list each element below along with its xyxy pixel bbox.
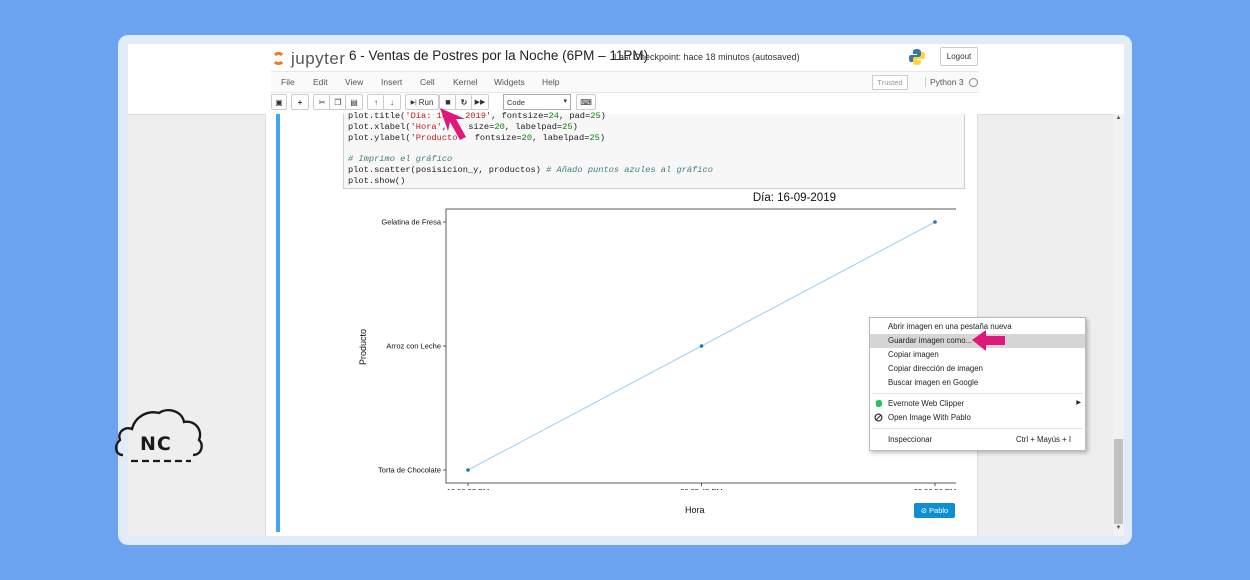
pablo-icon bbox=[874, 413, 883, 422]
menu-view[interactable]: View bbox=[345, 77, 363, 87]
x-tick-label: 20:05:45 PM bbox=[680, 487, 723, 490]
save-icon: ▣ bbox=[275, 97, 283, 107]
menu-bar: File Edit View Insert Cell Kernel Widget… bbox=[271, 71, 979, 93]
ctx-separator bbox=[872, 393, 1083, 394]
scroll-down-arrow[interactable]: ▼ bbox=[1113, 525, 1124, 531]
menu-file[interactable]: File bbox=[281, 77, 295, 87]
ctx-separator bbox=[872, 428, 1083, 429]
kernel-status-icon bbox=[969, 78, 978, 87]
ctx-copy-image[interactable]: Copiar imagen bbox=[870, 348, 1085, 362]
context-menu: Abrir imagen en una pestaña nueva Guarda… bbox=[869, 317, 1086, 451]
ctx-inspect[interactable]: Inspeccionar Ctrl + Mayús + I bbox=[870, 433, 1085, 447]
code-line: plot.xlabel('Hora', size=20, labelpad=25… bbox=[348, 122, 578, 132]
code-line: plot.scatter(posisicion_y, productos) # … bbox=[348, 165, 713, 175]
paste-icon: ▤ bbox=[350, 97, 358, 107]
scroll-up-arrow[interactable]: ▲ bbox=[1113, 115, 1124, 121]
ctx-copy-image-address[interactable]: Copiar dirección de imagen bbox=[870, 362, 1085, 376]
run-button[interactable]: ▶| Run bbox=[405, 94, 439, 110]
pablo-button[interactable]: ⊘ Pablo bbox=[914, 503, 955, 518]
plus-icon: + bbox=[297, 97, 303, 107]
chart-svg: Torta de Chocolate Arroz con Leche Gelatin… bbox=[378, 208, 956, 490]
nc-brand-logo: NC bbox=[113, 405, 205, 467]
data-point bbox=[699, 344, 704, 348]
trusted-badge[interactable]: Trusted bbox=[872, 75, 908, 90]
stop-icon: ■ bbox=[445, 97, 451, 107]
ctx-open-image-new-tab[interactable]: Abrir imagen en una pestaña nueva bbox=[870, 320, 1085, 334]
cell-type-value: Code bbox=[507, 98, 525, 107]
menu-insert[interactable]: Insert bbox=[381, 77, 402, 87]
refresh-icon: ↻ bbox=[460, 97, 468, 107]
code-line: plot.show() bbox=[348, 176, 406, 186]
evernote-icon bbox=[875, 399, 883, 408]
checkpoint-status: Last Checkpoint: hace 18 minutos (autosa… bbox=[614, 52, 800, 62]
y-tick-label: Arroz con Leche bbox=[386, 342, 441, 351]
menu-kernel[interactable]: Kernel bbox=[453, 77, 478, 87]
kernel-name: Python 3 bbox=[925, 77, 964, 87]
scissors-icon: ✂ bbox=[318, 97, 326, 107]
notebook-header: jupyter 6 - Ventas de Postres por la Noc… bbox=[128, 44, 1124, 115]
data-point bbox=[466, 468, 470, 472]
x-tick-label: 18:00:27 PM bbox=[447, 487, 490, 490]
move-down-button[interactable]: ↓ bbox=[383, 94, 401, 110]
chevron-down-icon: ▾ bbox=[563, 98, 567, 105]
ctx-inspect-shortcut: Ctrl + Mayús + I bbox=[1015, 435, 1071, 444]
ctx-search-image-google[interactable]: Buscar imagen en Google bbox=[870, 376, 1085, 390]
ctx-evernote-clipper[interactable]: Evernote Web Clipper ▶ bbox=[870, 397, 1085, 411]
step-forward-icon: ▶| bbox=[410, 99, 417, 106]
menu-cell[interactable]: Cell bbox=[420, 77, 435, 87]
logo-text: jupyter bbox=[291, 49, 346, 68]
y-tick-label: Torta de Chocolate bbox=[378, 466, 441, 475]
y-tick-label: Gelatina de Fresa bbox=[381, 218, 441, 227]
arrow-up-icon: ↑ bbox=[374, 97, 378, 107]
pablo-label: Pablo bbox=[929, 506, 949, 515]
menu-widgets[interactable]: Widgets bbox=[494, 77, 525, 87]
code-cell-input[interactable]: plot.title('Día: 16 2019', fontsize=24, p… bbox=[343, 111, 965, 189]
data-point bbox=[933, 220, 937, 224]
x-axis-label: Hora bbox=[685, 505, 705, 515]
brand-text: NC bbox=[140, 433, 172, 455]
restart-run-all-button[interactable]: ▶▶ bbox=[471, 94, 489, 110]
jupyter-logo[interactable]: jupyter bbox=[271, 48, 346, 70]
code-line: plot.ylabel('Producto fontsize=20, label… bbox=[348, 133, 606, 143]
ctx-save-image-as[interactable]: Guardar imagen como... bbox=[870, 334, 1085, 348]
scroll-thumb[interactable] bbox=[1114, 439, 1123, 524]
code-comment: # Imprimo el gráfico bbox=[348, 154, 453, 164]
insert-cell-button[interactable]: + bbox=[291, 94, 309, 110]
selected-cell-indicator bbox=[276, 114, 280, 532]
run-label: Run bbox=[418, 97, 434, 107]
logout-button[interactable]: Logout bbox=[940, 47, 978, 66]
output-plot[interactable]: Día: 16-09-2019 Producto Hora Torta de C… bbox=[356, 190, 956, 530]
code-line: plot.title('Día: 16 2019', fontsize=24, p… bbox=[348, 111, 606, 121]
cell-type-select[interactable]: Code ▾ bbox=[503, 94, 571, 110]
menu-help[interactable]: Help bbox=[542, 77, 559, 87]
fast-forward-icon: ▶▶ bbox=[474, 99, 486, 106]
browser-screen: jupyter 6 - Ventas de Postres por la Noc… bbox=[128, 44, 1124, 536]
menu-edit[interactable]: Edit bbox=[313, 77, 328, 87]
submenu-arrow-icon: ▶ bbox=[1076, 400, 1081, 406]
notebook-title[interactable]: 6 - Ventas de Postres por la Noche (6PM … bbox=[349, 48, 648, 63]
command-palette-button[interactable]: ⌨ bbox=[576, 94, 596, 110]
ctx-open-with-pablo[interactable]: Open Image With Pablo bbox=[870, 411, 1085, 425]
x-tick-label: 22:06:56 PM bbox=[914, 487, 956, 490]
vertical-scrollbar[interactable]: ▲ ▼ bbox=[1113, 114, 1124, 536]
python-logo-icon bbox=[909, 49, 925, 65]
keyboard-icon: ⌨ bbox=[580, 97, 592, 107]
copy-icon: ❐ bbox=[334, 97, 342, 107]
arrow-down-icon: ↓ bbox=[390, 97, 394, 107]
save-button[interactable]: ▣ bbox=[271, 94, 287, 110]
jupyter-icon bbox=[271, 50, 287, 68]
paste-button[interactable]: ▤ bbox=[345, 94, 363, 110]
pablo-icon: ⊘ bbox=[920, 506, 928, 515]
